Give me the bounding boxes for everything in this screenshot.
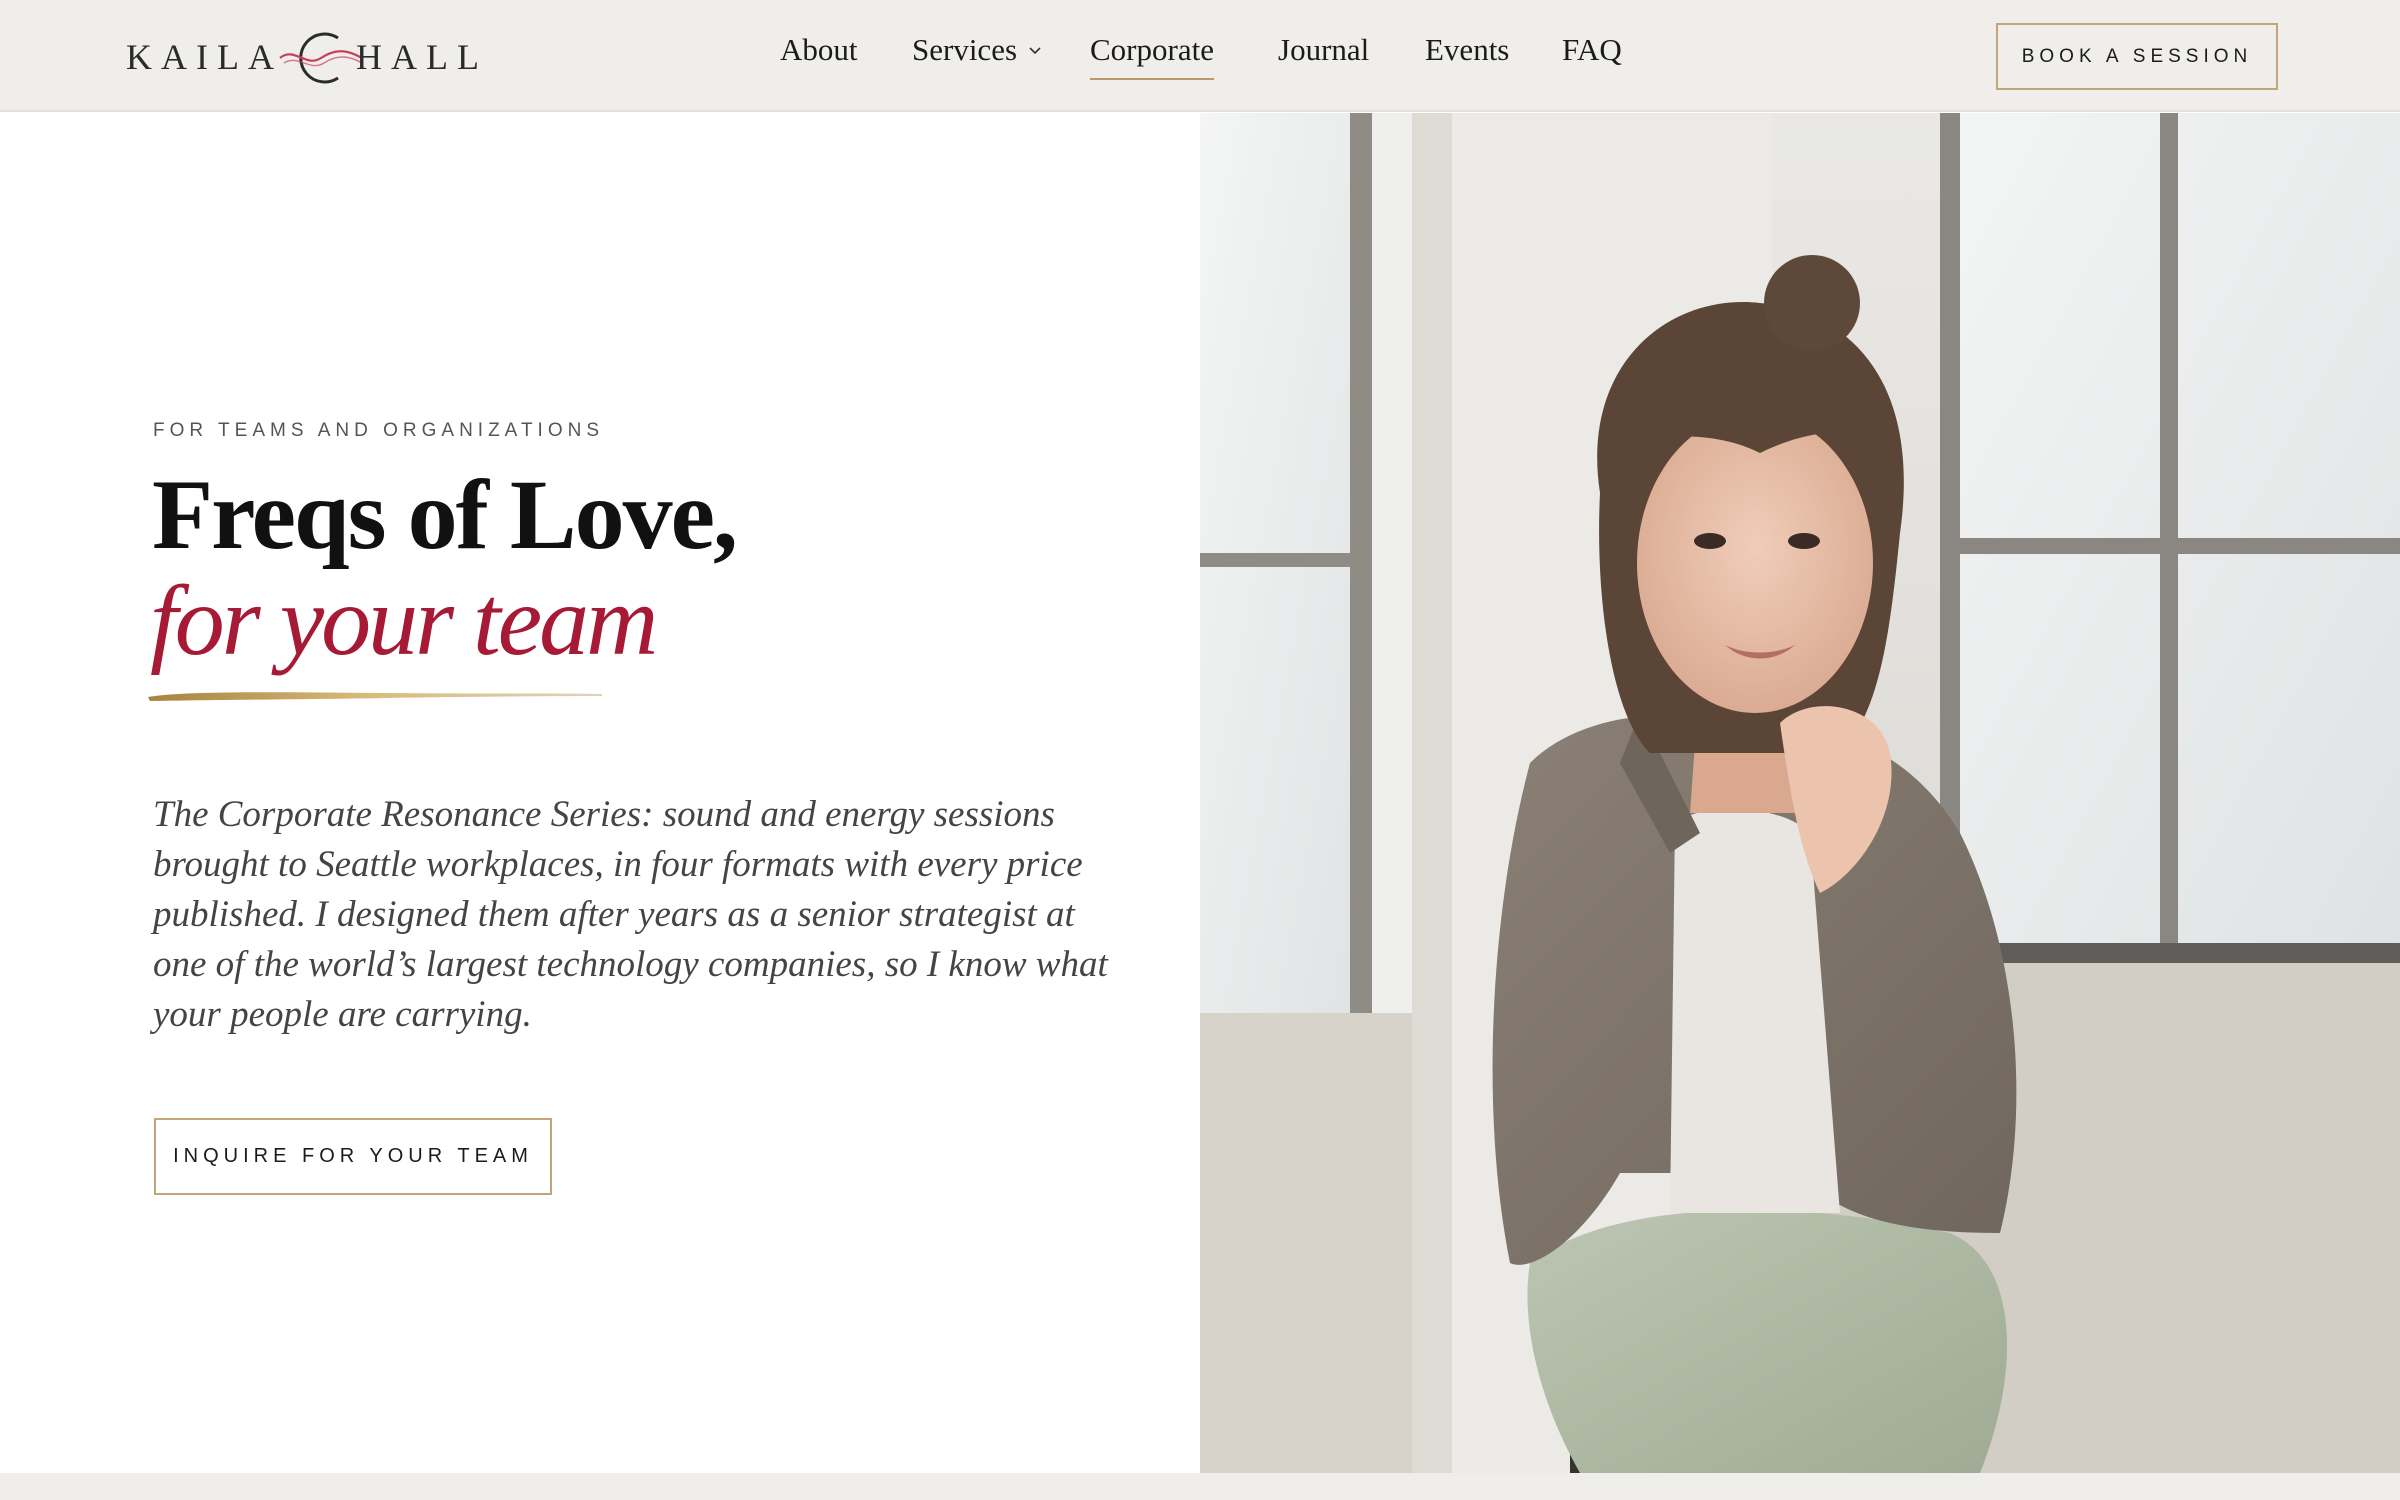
nav-item-events[interactable]: Events <box>1425 32 1509 68</box>
wave-circle-logo-icon <box>279 32 363 84</box>
nav-item-services[interactable]: Services <box>912 32 1043 68</box>
hero-headline-italic: for your team <box>150 565 658 676</box>
hero-eyebrow: FOR TEAMS AND ORGANIZATIONS <box>153 420 604 441</box>
brand-logo[interactable]: KAILA HALL <box>126 28 479 88</box>
site-header: KAILA HALL About Services Corporate Jour… <box>0 0 2400 112</box>
nav-item-corporate[interactable]: Corporate <box>1090 32 1214 80</box>
footer-strip <box>0 1473 2400 1500</box>
book-session-button[interactable]: BOOK A SESSION <box>1996 23 2278 90</box>
logo-name-right: HALL <box>356 37 488 77</box>
logo-name-left: KAILA <box>126 37 283 77</box>
nav-item-services-label: Services <box>912 32 1018 67</box>
nav-item-about[interactable]: About <box>780 32 858 68</box>
nav-item-journal[interactable]: Journal <box>1278 32 1369 68</box>
portrait-illustration <box>1200 113 2400 1473</box>
gold-brush-underline <box>148 692 602 701</box>
nav-item-faq[interactable]: FAQ <box>1562 32 1622 68</box>
hero-lede: The Corporate Resonance Series: sound an… <box>153 794 1108 1035</box>
hero-photo <box>1200 113 2400 1473</box>
chevron-down-icon <box>1029 47 1041 55</box>
inquire-team-button[interactable]: INQUIRE FOR YOUR TEAM <box>154 1118 552 1195</box>
hero-headline: Freqs of Love, <box>152 459 738 570</box>
